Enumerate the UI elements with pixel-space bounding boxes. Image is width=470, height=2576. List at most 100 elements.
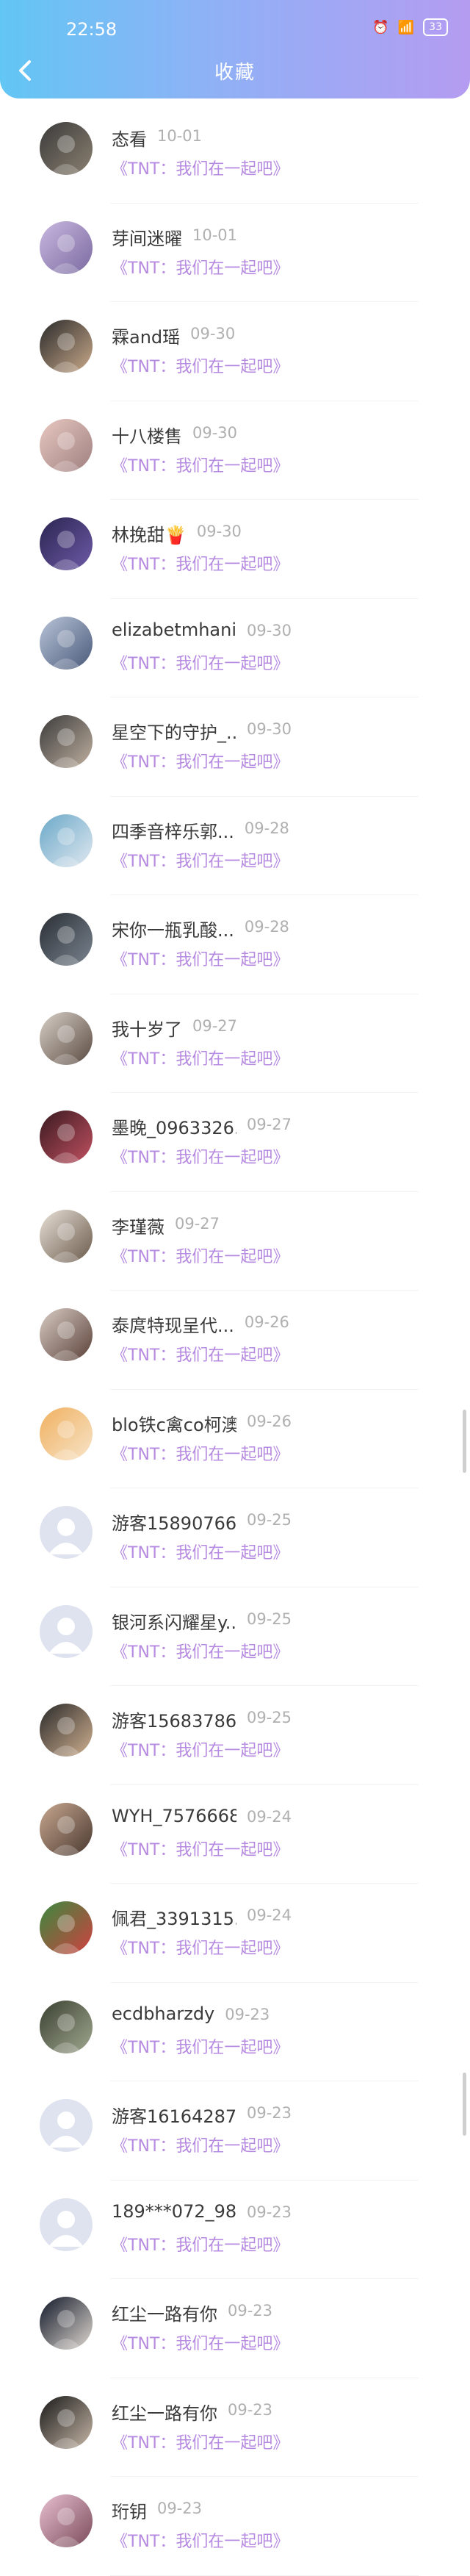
avatar[interactable] xyxy=(40,1802,93,1856)
list-item[interactable]: 芽间迷曜 10-01 《TNT：我们在一起吧》 xyxy=(0,204,470,303)
avatar-image xyxy=(40,2297,93,2350)
user-name: 四季音梓乐郭... xyxy=(112,821,234,842)
avatar[interactable] xyxy=(40,2198,93,2251)
avatar[interactable] xyxy=(40,1011,93,1065)
list-item[interactable]: 墨晚_0963326... 09-27 《TNT：我们在一起吧》 xyxy=(0,1093,470,1192)
avatar-image xyxy=(40,1802,93,1856)
list-item[interactable]: 珩钥 09-23 《TNT：我们在一起吧》 xyxy=(0,2477,470,2576)
list-item[interactable]: 宋你一瓶乳酸... 09-28 《TNT：我们在一起吧》 xyxy=(0,895,470,994)
list-item[interactable]: 游客15683786... 09-25 《TNT：我们在一起吧》 xyxy=(0,1686,470,1785)
default-avatar-icon xyxy=(40,2099,93,2152)
scrollbar-thumb[interactable] xyxy=(463,2073,466,2136)
avatar-image xyxy=(40,220,93,274)
list-item[interactable]: 游客15890766... 09-25 《TNT：我们在一起吧》 xyxy=(0,1488,470,1587)
list-item[interactable]: 红尘一路有你 09-23 《TNT：我们在一起吧》 xyxy=(0,2378,470,2478)
list-item[interactable]: blo铁c禽co柯澳5 09-26 《TNT：我们在一起吧》 xyxy=(0,1390,470,1489)
favorites-list: 态看 10-01 《TNT：我们在一起吧》 芽间迷曜 10-01 《TNT：我们… xyxy=(0,104,470,2576)
avatar[interactable] xyxy=(40,517,93,570)
avatar-image xyxy=(40,715,93,768)
work-title: 《TNT：我们在一起吧》 xyxy=(112,1643,289,1662)
status-time: 22:58 xyxy=(66,19,118,40)
avatar[interactable] xyxy=(40,1704,93,1757)
avatar-image xyxy=(40,913,93,966)
avatar[interactable] xyxy=(40,1111,93,1163)
timestamp: 09-28 xyxy=(244,819,289,837)
work-title: 《TNT：我们在一起吧》 xyxy=(112,259,289,278)
list-item[interactable]: 林挽甜🍟 09-30 《TNT：我们在一起吧》 xyxy=(0,500,470,599)
timestamp: 10-01 xyxy=(157,127,203,145)
user-name: 霖and瑶 xyxy=(112,327,181,348)
timestamp: 09-30 xyxy=(190,325,236,342)
avatar[interactable] xyxy=(40,320,93,373)
page-title: 收藏 xyxy=(214,62,256,84)
scrollbar-thumb[interactable] xyxy=(463,1410,466,1473)
avatar[interactable] xyxy=(40,122,93,175)
timestamp: 09-23 xyxy=(247,2104,292,2122)
user-name: 星空下的守护_... xyxy=(112,722,236,743)
default-avatar-icon xyxy=(40,2198,93,2251)
list-item[interactable]: ecdbharzdy 09-23 《TNT：我们在一起吧》 xyxy=(0,1983,470,2082)
user-name: 林挽甜🍟 xyxy=(112,525,187,545)
avatar[interactable] xyxy=(40,715,93,768)
list-item[interactable]: 佩君_3391315... 09-24 《TNT：我们在一起吧》 xyxy=(0,1884,470,1983)
timestamp: 09-23 xyxy=(225,2005,270,2023)
user-name: 我十岁了 xyxy=(112,1019,182,1040)
avatar[interactable] xyxy=(40,418,93,472)
timestamp: 09-25 xyxy=(247,1511,292,1529)
avatar[interactable] xyxy=(40,1308,93,1361)
list-item[interactable]: 泰庹特现呈代... 09-26 《TNT：我们在一起吧》 xyxy=(0,1291,470,1390)
list-item[interactable]: WYH_7576668... 09-24 《TNT：我们在一起吧》 xyxy=(0,1785,470,1884)
avatar[interactable] xyxy=(40,616,93,670)
list-item[interactable]: 十八楼售 09-30 《TNT：我们在一起吧》 xyxy=(0,401,470,501)
user-name: WYH_7576668... xyxy=(112,1805,236,1826)
work-title: 《TNT：我们在一起吧》 xyxy=(112,1050,289,1069)
list-item[interactable]: elizabetmhanid... 09-30 《TNT：我们在一起吧》 xyxy=(0,599,470,698)
timestamp: 09-25 xyxy=(247,1709,292,1726)
user-name: 珩钥 xyxy=(112,2502,147,2522)
timestamp: 09-23 xyxy=(228,2400,273,2419)
avatar[interactable] xyxy=(40,1209,93,1263)
timestamp: 09-23 xyxy=(247,2203,292,2221)
avatar-image xyxy=(40,616,93,670)
avatar-image xyxy=(40,2494,93,2547)
work-title: 《TNT：我们在一起吧》 xyxy=(112,160,289,179)
avatar-image xyxy=(40,2395,93,2449)
avatar[interactable] xyxy=(40,2099,93,2152)
list-item[interactable]: 红尘一路有你 09-23 《TNT：我们在一起吧》 xyxy=(0,2279,470,2378)
list-item[interactable]: 霖and瑶 09-30 《TNT：我们在一起吧》 xyxy=(0,302,470,401)
user-name: 芽间迷曜 xyxy=(112,228,182,249)
timestamp: 09-30 xyxy=(247,720,292,738)
timestamp: 09-27 xyxy=(175,1214,220,1233)
avatar-image xyxy=(40,418,93,472)
list-item[interactable]: 189***072_982... 09-23 《TNT：我们在一起吧》 xyxy=(0,2181,470,2280)
timestamp: 09-28 xyxy=(244,918,289,936)
list-item[interactable]: 李瑾薇 09-27 《TNT：我们在一起吧》 xyxy=(0,1192,470,1291)
timestamp: 09-30 xyxy=(192,423,238,442)
avatar[interactable] xyxy=(40,1604,93,1658)
user-name: 银河系闪耀星y... xyxy=(112,1612,236,1633)
list-item[interactable]: 银河系闪耀星y... 09-25 《TNT：我们在一起吧》 xyxy=(0,1587,470,1687)
work-title: 《TNT：我们在一起吧》 xyxy=(112,1247,289,1266)
avatar[interactable] xyxy=(40,2000,93,2053)
list-item[interactable]: 星空下的守护_... 09-30 《TNT：我们在一起吧》 xyxy=(0,697,470,797)
avatar[interactable] xyxy=(40,2494,93,2547)
avatar[interactable] xyxy=(40,814,93,867)
avatar[interactable] xyxy=(40,2297,93,2350)
avatar[interactable] xyxy=(40,220,93,274)
avatar[interactable] xyxy=(40,1901,93,1954)
work-title: 《TNT：我们在一起吧》 xyxy=(112,1742,289,1760)
timestamp: 09-30 xyxy=(247,621,292,639)
list-item[interactable]: 我十岁了 09-27 《TNT：我们在一起吧》 xyxy=(0,994,470,1094)
user-name: 李瑾薇 xyxy=(112,1216,164,1238)
user-name: 游客16164287... xyxy=(112,2106,236,2127)
avatar[interactable] xyxy=(40,2395,93,2449)
timestamp: 09-27 xyxy=(247,1116,292,1133)
timestamp: 09-26 xyxy=(244,1313,289,1331)
work-title: 《TNT：我们在一起吧》 xyxy=(112,2038,289,2057)
avatar[interactable] xyxy=(40,1407,93,1460)
list-item[interactable]: 态看 10-01 《TNT：我们在一起吧》 xyxy=(0,104,470,204)
avatar[interactable] xyxy=(40,1506,93,1559)
avatar[interactable] xyxy=(40,913,93,966)
list-item[interactable]: 游客16164287... 09-23 《TNT：我们在一起吧》 xyxy=(0,2081,470,2181)
list-item[interactable]: 四季音梓乐郭... 09-28 《TNT：我们在一起吧》 xyxy=(0,797,470,896)
